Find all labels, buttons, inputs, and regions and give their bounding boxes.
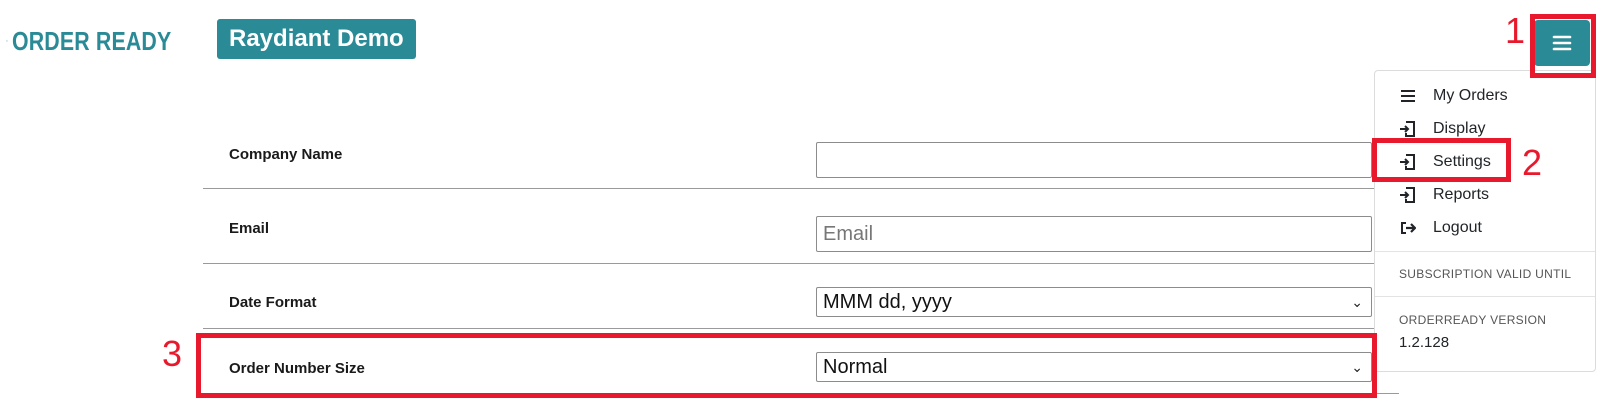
nav-dropdown-menu: My Orders Display Settings Reports Logou…: [1374, 70, 1596, 372]
hamburger-icon: [1552, 35, 1572, 51]
menu-divider: [1375, 296, 1595, 297]
order-number-size-label: Order Number Size: [229, 360, 365, 377]
brand-badge: Raydiant Demo: [217, 19, 416, 59]
sign-in-icon: [1399, 186, 1417, 204]
row-divider: [203, 263, 1399, 264]
menu-item-label: Display: [1433, 120, 1486, 137]
menu-item-label: Reports: [1433, 186, 1490, 203]
annotation-number-3: 3: [162, 333, 183, 374]
list-icon: [1399, 87, 1417, 105]
menu-item-settings[interactable]: Settings: [1399, 149, 1491, 175]
hamburger-menu-button[interactable]: [1534, 20, 1590, 66]
date-format-select[interactable]: MMM dd, yyyy ⌄: [816, 287, 1372, 317]
sign-out-icon: [1399, 219, 1417, 237]
email-input[interactable]: Email: [816, 216, 1372, 252]
logo-text: ORDER READY: [11, 25, 172, 56]
menu-item-reports[interactable]: Reports: [1399, 182, 1489, 208]
menu-item-logout[interactable]: Logout: [1399, 215, 1482, 241]
menu-item-display[interactable]: Display: [1399, 116, 1485, 142]
chevron-down-icon: ⌄: [1351, 359, 1363, 375]
company-name-input[interactable]: [816, 142, 1372, 178]
order-number-size-value: Normal: [823, 356, 888, 378]
order-number-size-select[interactable]: Normal ⌄: [816, 352, 1372, 382]
menu-item-label: Logout: [1433, 219, 1482, 236]
menu-item-my-orders[interactable]: My Orders: [1399, 83, 1508, 109]
stopwatch-icon: [6, 40, 8, 42]
row-divider: [203, 393, 1399, 394]
row-divider: [203, 328, 1399, 329]
email-label: Email: [229, 220, 270, 237]
subscription-caption: SUBSCRIPTION VALID UNTIL: [1399, 267, 1572, 281]
date-format-label: Date Format: [229, 294, 317, 311]
sign-in-icon: [1399, 120, 1417, 138]
order-ready-logo[interactable]: ORDER READY: [6, 18, 206, 64]
annotation-number-1: 1: [1505, 10, 1526, 51]
chevron-down-icon: ⌄: [1351, 294, 1363, 310]
sign-in-icon: [1399, 153, 1417, 171]
date-format-value: MMM dd, yyyy: [823, 291, 952, 313]
annotation-number-2: 2: [1522, 142, 1543, 183]
company-name-label: Company Name: [229, 146, 343, 163]
menu-divider: [1375, 251, 1595, 252]
version-caption: ORDERREADY VERSION: [1399, 313, 1547, 327]
menu-item-label: Settings: [1433, 153, 1491, 170]
menu-item-label: My Orders: [1433, 87, 1508, 104]
version-value: 1.2.128: [1399, 334, 1450, 351]
row-divider: [203, 188, 1399, 189]
